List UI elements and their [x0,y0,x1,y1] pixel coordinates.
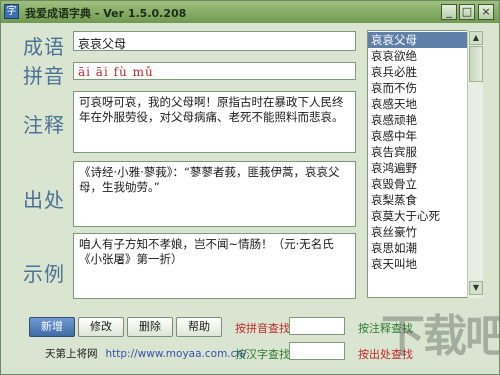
list-item[interactable]: 哀天叫地 [368,256,468,272]
pinyin-search-input[interactable] [289,317,345,335]
maximize-button[interactable]: □ [459,4,475,20]
pinyin-search-label: 按拼音查找 [235,322,290,335]
footer: 天第上将网 http://www.moyaa.com.cn/ [45,346,247,361]
list-item[interactable]: 哀感顽艳 [368,112,468,128]
list-item[interactable]: 哀鸿遍野 [368,160,468,176]
label-idiom: 成语 [23,35,65,59]
scroll-thumb[interactable] [469,46,483,82]
list-item[interactable]: 哀毁骨立 [368,176,468,192]
list-item[interactable]: 哀而不伤 [368,80,468,96]
hanzi-search-input[interactable] [289,342,345,360]
idiom-field[interactable]: 哀哀父母 [73,31,356,51]
label-annotation: 注释 [23,113,65,137]
title-bar[interactable]: 字 我爱成语字典 - Ver 1.5.0.208 _ □ × [1,1,499,23]
label-source: 出处 [23,188,65,212]
app-icon: 字 [4,4,19,19]
pinyin-field[interactable]: āi āi fù mǔ [73,62,356,80]
idiom-value: 哀哀父母 [78,37,127,51]
site-name: 天第上将网 [45,348,98,360]
window-title: 我爱成语字典 - Ver 1.5.0.208 [25,7,187,20]
list-item[interactable]: 哀感天地 [368,96,468,112]
help-button[interactable]: 帮助 [176,317,222,337]
source-textarea[interactable]: 《诗经·小雅·蓼莪》：“蓼蓼者莪，匪莪伊蒿，哀哀父母，生我劬劳。” [73,161,356,227]
list-item[interactable]: 哀莫大于心死 [368,208,468,224]
source-value: 《诗经·小雅·蓼莪》：“蓼蓼者莪，匪莪伊蒿，哀哀父母，生我劬劳。” [79,165,340,194]
delete-button[interactable]: 删除 [127,317,173,337]
scroll-up-icon[interactable]: ▲ [469,31,483,45]
close-button[interactable]: × [478,4,494,20]
pinyin-value: āi āi fù mǔ [78,65,154,79]
label-example: 示例 [23,262,65,286]
annotation-value: 可哀呀可哀，我的父母啊！原指古时在暴政下人民终年在外服劳役，对父母病痛、老死不能… [79,95,344,124]
example-textarea[interactable]: 咱人有子方知不孝娘，岂不闻~情肠！（元·无名氏《小张屠》第一折） [73,233,356,299]
list-item[interactable]: 哀丝豪竹 [368,224,468,240]
list-item[interactable]: 哀告宾服 [368,144,468,160]
list-item[interactable]: 哀感中年 [368,128,468,144]
watermark-logo: 下载吧 [381,311,500,362]
app-window: 字 我爱成语字典 - Ver 1.5.0.208 _ □ × 成语 拼音 注释 … [0,0,500,375]
list-item[interactable]: 哀兵必胜 [368,64,468,80]
site-url-link[interactable]: http://www.moyaa.com.cn/ [106,348,247,360]
list-scrollbar[interactable]: ▲ ▼ [467,30,483,298]
label-pinyin: 拼音 [23,64,65,88]
list-item[interactable]: 哀梨蒸食 [368,192,468,208]
minimize-button[interactable]: _ [441,4,457,20]
example-value: 咱人有子方知不孝娘，岂不闻~情肠！（元·无名氏《小张屠》第一折） [79,237,334,266]
edit-button[interactable]: 修改 [78,317,124,337]
idiom-list[interactable]: 哀哀父母 哀哀欲绝 哀兵必胜 哀而不伤 哀感天地 哀感顽艳 哀感中年 哀告宾服 … [367,30,483,298]
list-item[interactable]: 哀哀父母 [368,32,468,48]
annotation-textarea[interactable]: 可哀呀可哀，我的父母啊！原指古时在暴政下人民终年在外服劳役，对父母病痛、老死不能… [73,91,356,153]
list-item[interactable]: 哀思如潮 [368,240,468,256]
scroll-down-icon[interactable]: ▼ [469,281,483,295]
add-button[interactable]: 新增 [29,317,75,337]
list-item[interactable]: 哀哀欲绝 [368,48,468,64]
